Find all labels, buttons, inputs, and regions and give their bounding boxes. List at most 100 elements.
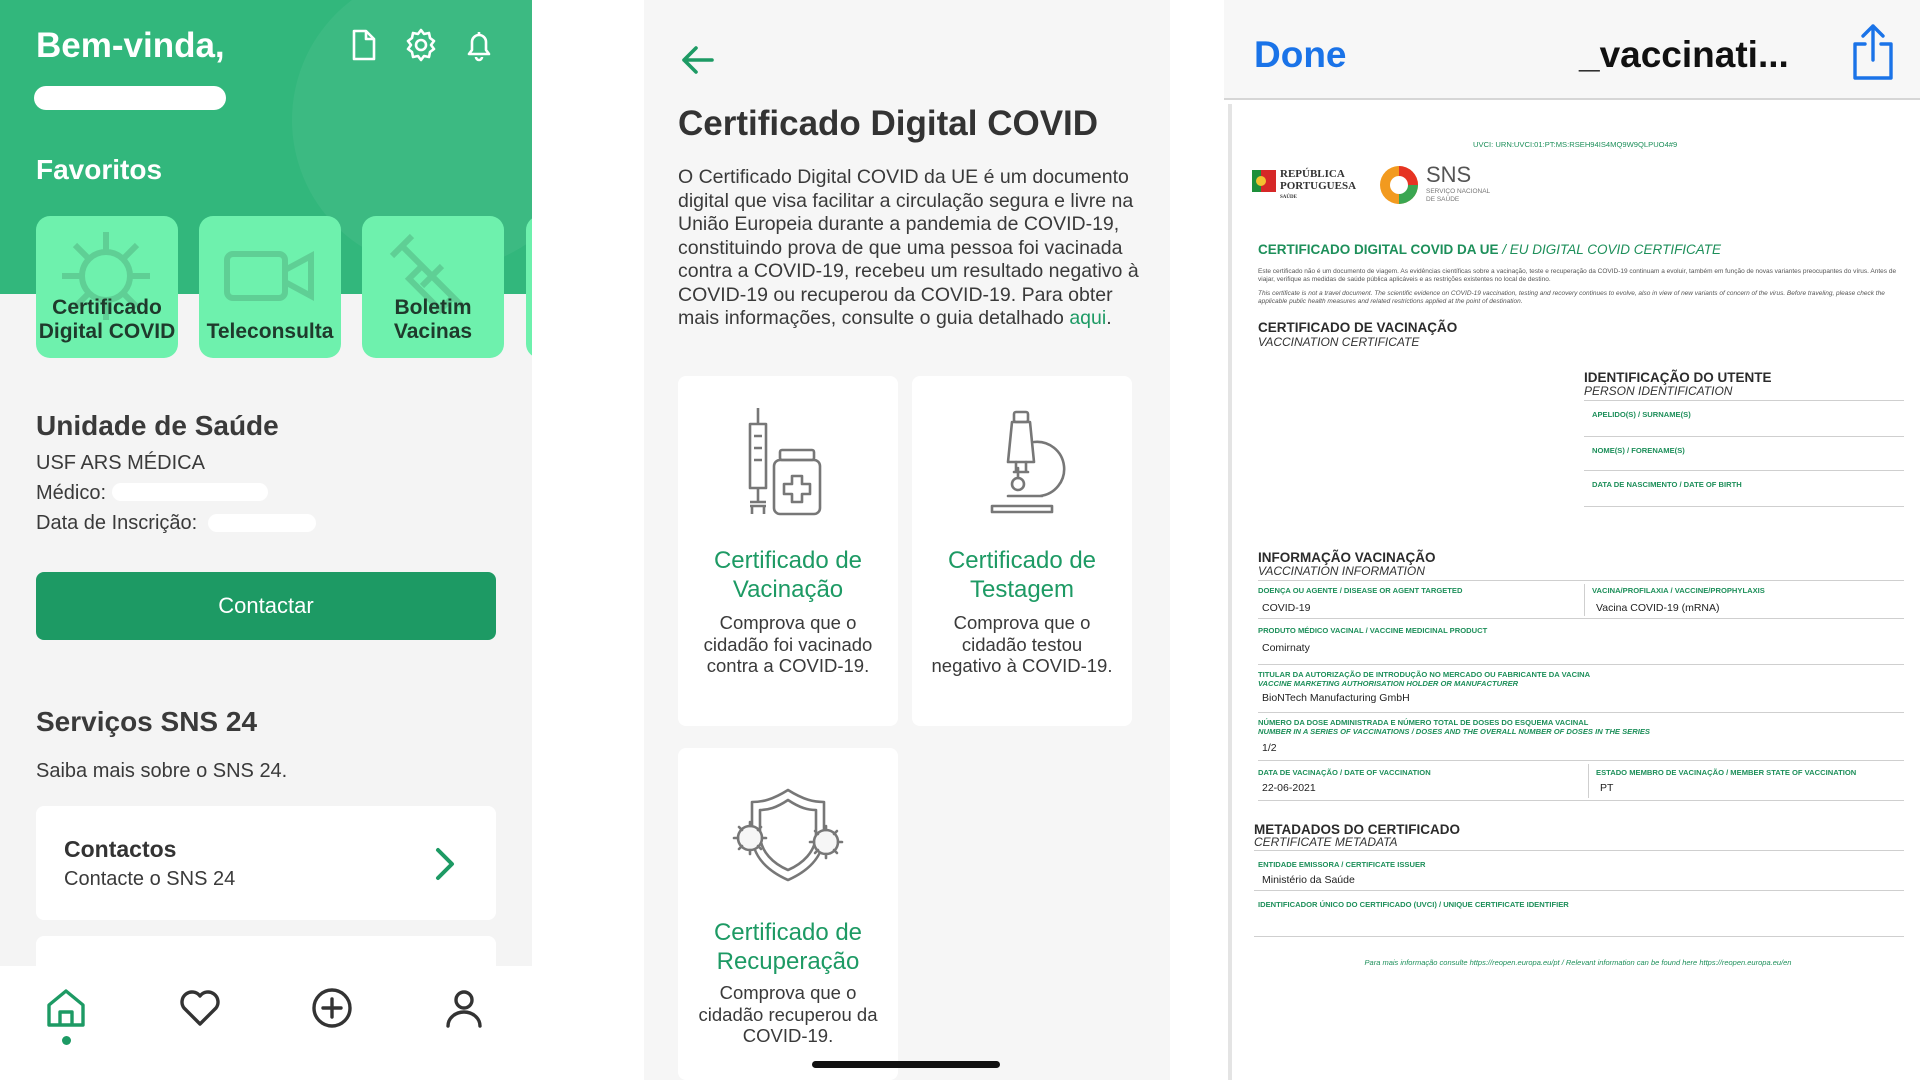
republica-text: REPÚBLICA PORTUGUESA SAÚDE [1280, 168, 1356, 204]
divider [1584, 470, 1904, 471]
sns-sub-line1: SERVIÇO NACIONAL [1426, 188, 1491, 195]
product-label: PRODUTO MÉDICO VACINAL / VACCINE MEDICIN… [1258, 626, 1488, 635]
home-indicator [812, 1061, 1000, 1068]
person-identification-heading-en: PERSON IDENTIFICATION [1584, 384, 1733, 398]
vaccination-certificate-heading: CERTIFICADO DE VACINAÇÃO [1258, 320, 1458, 335]
doctor-label: Médico: [36, 482, 107, 504]
saude-line: SAÚDE [1280, 195, 1297, 200]
republica-line: REPÚBLICA [1280, 168, 1345, 180]
bottom-tab-bar [0, 966, 532, 1080]
sns-subtitle: SERVIÇO NACIONAL DE SAÚDE [1426, 188, 1490, 204]
divider [1258, 800, 1904, 801]
portugal-flag-icon [1252, 170, 1276, 192]
divider [1254, 936, 1904, 937]
vaccination-certificate-heading-en: VACCINATION CERTIFICATE [1258, 335, 1420, 349]
heart-icon[interactable] [176, 984, 224, 1032]
holder-label-pt: TITULAR DA AUTORIZAÇÃO DE INTRODUÇÃO NO … [1258, 670, 1591, 679]
person-identification-heading: IDENTIFICAÇÃO DO UTENTE [1584, 370, 1772, 385]
vaccination-date-label: DATA DE VACINAÇÃO / DATE OF VACCINATION [1258, 768, 1431, 777]
dose-value: 1/2 [1262, 742, 1277, 754]
divider [1258, 760, 1904, 761]
holder-value: BioNTech Manufacturing GmbH [1262, 692, 1410, 704]
done-button[interactable]: Done [1254, 34, 1347, 76]
health-unit-name: USF ARS MÉDICA [36, 452, 205, 474]
back-arrow-icon[interactable] [678, 40, 718, 80]
card-title: Certificado de Recuperação [713, 919, 863, 975]
forename-label: NOME(S) / FORENAME(S) [1592, 446, 1685, 455]
chevron-right-icon [436, 848, 454, 880]
surname-label: APELIDO(S) / SURNAME(S) [1592, 410, 1691, 419]
tile-covid-certificate[interactable]: Certificado Digital COVID [36, 216, 178, 358]
share-icon[interactable] [1849, 22, 1897, 82]
certificate-document: UVCI: URN:UVCI:01:PT:MS:RSEH94IS4MQ9W9QL… [1228, 104, 1920, 1080]
tile-next-partial[interactable] [526, 216, 532, 358]
product-value: Comirnaty [1262, 642, 1310, 654]
portuguesa-line: PORTUGUESA [1280, 180, 1357, 192]
recovery-certificate-card[interactable]: Certificado de Recuperação Comprova que … [678, 748, 898, 1080]
disclaimer-en: This certificate is not a travel documen… [1258, 290, 1885, 305]
doctor-name-redacted [112, 483, 268, 501]
divider [1258, 712, 1904, 713]
divider [1584, 506, 1904, 507]
viewer-nav-bar: Done _vaccinati... [1224, 0, 1920, 100]
document-icon[interactable] [344, 26, 382, 64]
description-period: . [1106, 307, 1112, 329]
home-icon[interactable] [42, 984, 90, 1032]
certificate-title-pt: CERTIFICADO DIGITAL COVID DA UE [1258, 242, 1499, 257]
sns-logo-icon [1380, 166, 1418, 204]
member-state-value: PT [1600, 782, 1614, 794]
vaccination-info-heading: INFORMAÇÃO VACINAÇÃO [1258, 550, 1436, 565]
plus-circle-icon[interactable] [308, 984, 356, 1032]
divider [1588, 764, 1589, 798]
guide-link[interactable]: aqui [1069, 307, 1106, 329]
vaccination-info-heading-en: VACCINATION INFORMATION [1258, 564, 1425, 578]
pdf-viewer-screen: Done _vaccinati... UVCI: URN:UVCI:01:PT:… [1224, 0, 1920, 1080]
favorites-title: Favoritos [36, 154, 163, 185]
divider [1584, 400, 1904, 401]
dose-label-en: NUMBER IN A SERIES OF VACCINATIONS / DOS… [1258, 727, 1650, 736]
page-description: O Certificado Digital COVID da UE é um d… [678, 166, 1140, 331]
bell-icon[interactable] [460, 26, 498, 64]
user-icon[interactable] [440, 984, 488, 1032]
holder-label-en: VACCINE MARKETING AUTHORISATION HOLDER O… [1258, 679, 1519, 688]
shield-virus-icon [732, 788, 844, 882]
certificate-title: CERTIFICADO DIGITAL COVID DA UE / EU DIG… [1258, 242, 1721, 257]
metadata-heading-en: CERTIFICATE METADATA [1254, 835, 1398, 849]
card-description: Comprova que o cidadão testou negativo à… [931, 612, 1113, 676]
microscope-icon [990, 410, 1066, 514]
sns-sub-line2: DE SAÚDE [1426, 196, 1460, 203]
sns-services-title: Serviços SNS 24 [36, 706, 258, 737]
contact-button[interactable]: Contactar [36, 572, 496, 640]
tile-label: Boletim Vacinas [393, 296, 473, 343]
date-of-birth-label: DATA DE NASCIMENTO / DATE OF BIRTH [1592, 480, 1742, 489]
disease-label: DOENÇA OU AGENTE / DISEASE OR AGENT TARG… [1258, 586, 1463, 595]
tile-label: Certificado Digital COVID [38, 296, 176, 343]
registration-date-redacted [208, 514, 316, 532]
divider [1258, 618, 1904, 619]
uvci-header: UVCI: URN:UVCI:01:PT:MS:RSEH94IS4MQ9W9QL… [1473, 140, 1678, 149]
disease-value: COVID-19 [1262, 602, 1311, 614]
divider [1258, 664, 1904, 665]
sns-text: SNS [1426, 162, 1472, 187]
vaccination-certificate-card[interactable]: Certificado de Vacinação Comprova que o … [678, 376, 898, 726]
certificate-title-en: / EU DIGITAL COVID CERTIFICATE [1502, 242, 1722, 257]
page-title: Certificado Digital COVID [678, 104, 1099, 143]
issuer-label: ENTIDADE EMISSORA / CERTIFICATE ISSUER [1258, 860, 1426, 869]
testing-certificate-card[interactable]: Certificado de Testagem Comprova que o c… [912, 376, 1132, 726]
covid-certificate-screen: Certificado Digital COVID O Certificado … [644, 0, 1170, 1080]
prophylaxis-value: Vacina COVID-19 (mRNA) [1596, 602, 1720, 614]
footer-note: Para mais informação consulte https://re… [1364, 958, 1792, 967]
uvci-label: IDENTIFICADOR ÚNICO DO CERTIFICADO (UVCI… [1258, 900, 1569, 909]
divider [1254, 890, 1904, 891]
sns-services-subtitle: Saiba mais sobre o SNS 24. [36, 760, 288, 782]
tile-teleconsultation[interactable]: Teleconsulta [199, 216, 341, 358]
video-camera-icon [224, 250, 314, 302]
user-name-redacted [34, 86, 226, 110]
tile-vaccine-bulletin[interactable]: Boletim Vacinas [362, 216, 504, 358]
card-title: Certificado de Vacinação [713, 547, 863, 603]
card-description: Comprova que o cidadão foi vacinado cont… [703, 612, 873, 676]
contacts-card[interactable]: Contactos Contacte o SNS 24 [36, 806, 496, 920]
gear-icon[interactable] [402, 26, 440, 64]
divider [1258, 580, 1904, 581]
tile-label: Teleconsulta [206, 320, 334, 343]
